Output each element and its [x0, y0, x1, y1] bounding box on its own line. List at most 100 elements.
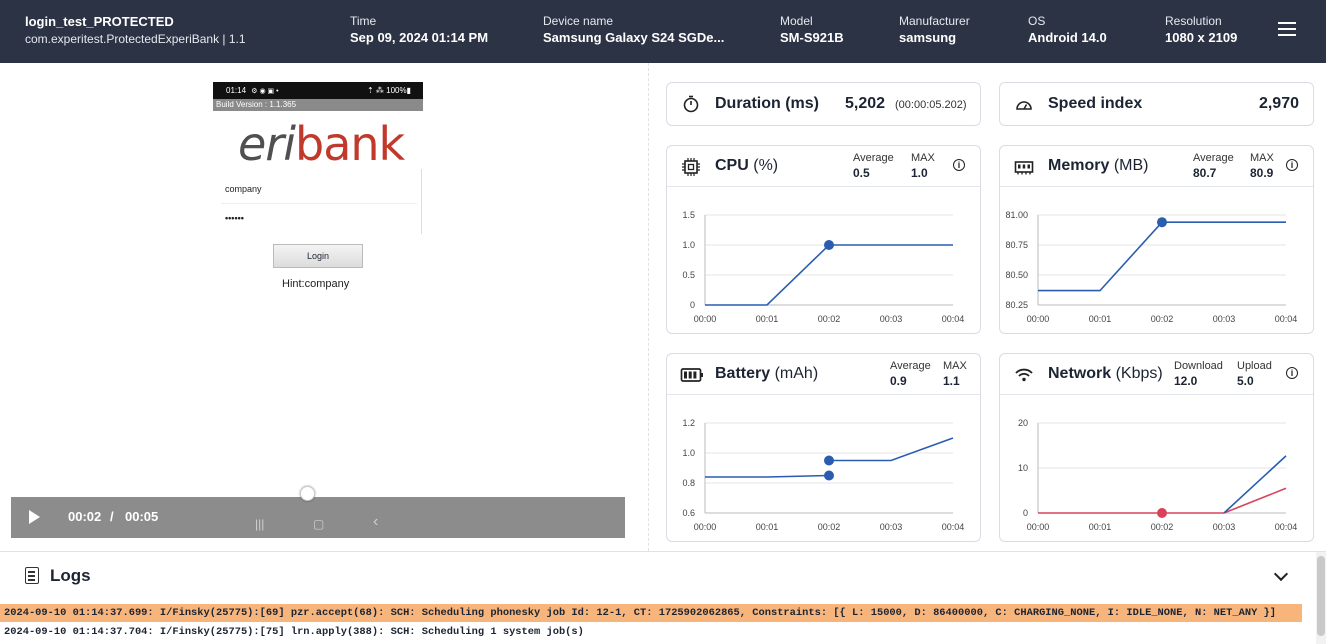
hamburger-menu-icon[interactable] [1278, 22, 1298, 40]
header-os-label: OS [1028, 14, 1046, 28]
back-icon[interactable]: ‹ [373, 513, 378, 531]
logs-title: Logs [50, 566, 91, 585]
battery-status: ⇡ ⁂ 100%▮ [366, 86, 411, 95]
speed-index-value: 2,970 [1258, 95, 1299, 112]
document-icon [25, 567, 39, 584]
battery-icon [680, 368, 703, 382]
device-status-bar: 01:14 ⚙ ◉ ▣ • ⇡ ⁂ 100%▮ [213, 82, 423, 99]
header-resolution: Resolution 1080 x 2109 [1165, 14, 1237, 46]
network-upload: Upload 5.0 [1237, 360, 1272, 388]
device-video-panel: 01:14 ⚙ ◉ ▣ • ⇡ ⁂ 100%▮ Build Version : … [0, 63, 648, 551]
x-tick-label: 00:01 [756, 314, 779, 324]
play-icon[interactable] [29, 510, 40, 524]
data-point-marker [824, 470, 834, 481]
duration-label: Duration (ms) [715, 95, 819, 112]
home-icon[interactable]: ▢ [313, 517, 324, 531]
log-line[interactable]: 2024-09-10 01:14:37.704: I/Finsky(25775)… [0, 623, 1302, 641]
x-tick-label: 00:01 [1089, 522, 1112, 532]
x-tick-label: 00:04 [942, 314, 965, 324]
x-tick-label: 00:03 [880, 522, 903, 532]
cpu-info-icon[interactable]: i [953, 159, 965, 171]
header-manufacturer-value: samsung [899, 30, 957, 45]
report-header: login_test_PROTECTED com.experitest.Prot… [0, 0, 1326, 63]
battery-card: Battery (mAh) Average 0.9 MAX 1.1 1.2 1.0 0.… [666, 353, 981, 542]
password-field[interactable]: •••••• [221, 212, 417, 228]
y-tick-label: 0.8 [682, 478, 695, 488]
x-tick-label: 00:04 [1275, 522, 1298, 532]
x-tick-label: 00:02 [1151, 314, 1174, 324]
cpu-average: Average 0.5 [853, 152, 894, 180]
device-status-time: 01:14 [226, 86, 247, 95]
series-line-0 [1038, 221, 1286, 292]
memory-title: Memory (MB) [1048, 157, 1149, 174]
y-tick-label: 0 [1023, 508, 1028, 518]
battery-title: Battery (mAh) [715, 365, 819, 382]
y-tick-label: 1.2 [682, 418, 695, 428]
y-tick-label: 0.6 [682, 508, 695, 518]
header-resolution-label: Resolution [1165, 14, 1222, 28]
app-id: com.experitest.ProtectedExperiBank | 1.1 [25, 32, 246, 46]
series-line-1 [1223, 455, 1287, 514]
x-tick-label: 00:00 [694, 522, 717, 532]
x-tick-label: 00:04 [942, 522, 965, 532]
header-device-label: Device name [543, 14, 614, 28]
header-time: Time Sep 09, 2024 01:14 PM [350, 14, 488, 46]
x-tick-label: 00:00 [694, 314, 717, 324]
y-tick-label: 1.5 [682, 210, 695, 220]
y-tick-label: 80.25 [1005, 300, 1028, 310]
y-tick-label: 10 [1018, 463, 1028, 473]
y-tick-label: 80.75 [1005, 240, 1028, 250]
memory-chart: 81.00 80.75 80.50 80.25 00:00 00:01 00:02 00:03… [1005, 210, 1297, 324]
memory-average: Average 80.7 [1193, 152, 1234, 180]
network-download: Download 12.0 [1174, 360, 1223, 388]
header-os: OS Android 14.0 [1028, 14, 1107, 46]
header-device-value: Samsung Galaxy S24 SGDe... [543, 30, 725, 45]
test-name: login_test_PROTECTED [25, 14, 174, 29]
data-point-marker [824, 240, 834, 250]
battery-chart: 1.2 1.0 0.8 0.6 00:00 00:01 00:02 00:03 00:04 [682, 418, 965, 532]
recent-apps-icon[interactable]: ||| [255, 517, 264, 531]
y-tick-label: 0 [690, 300, 695, 310]
logs-scrollbar[interactable] [1316, 552, 1326, 644]
x-tick-label: 00:03 [880, 314, 903, 324]
network-card: Network (Kbps) Download 12.0 Upload 5.0 i … [999, 353, 1314, 542]
stopwatch-icon [683, 95, 699, 113]
cpu-title: CPU (%) [715, 157, 779, 174]
test-info: login_test_PROTECTED com.experitest.Prot… [25, 14, 246, 47]
gauge-icon [1016, 101, 1032, 110]
memory-icon [1014, 161, 1034, 175]
speed-index-label: Speed index [1048, 95, 1143, 112]
cpu-card: CPU (%) Average 0.5 MAX 1.0 i 1.5 1.0 0.5 0 00… [666, 145, 981, 334]
y-tick-label: 80.50 [1005, 270, 1028, 280]
duration-value: 5,202 [845, 95, 886, 112]
memory-max: MAX 80.9 [1250, 152, 1274, 180]
x-tick-label: 00:00 [1027, 522, 1050, 532]
network-info-icon[interactable]: i [1286, 367, 1298, 379]
total-time: 00:05 [125, 509, 159, 524]
memory-info-icon[interactable]: i [1286, 159, 1298, 171]
data-point-marker [1157, 508, 1167, 518]
battery-max: MAX 1.1 [943, 360, 967, 388]
panel-divider[interactable] [648, 63, 649, 551]
y-tick-label: 81.00 [1005, 210, 1028, 220]
build-version: Build Version : 1.1.365 [213, 99, 423, 111]
series-line-1 [829, 437, 954, 462]
duration-card: Duration (ms) 5,202 (00:00:05.202) [666, 82, 981, 126]
logs-header[interactable]: Logs [0, 552, 1300, 598]
x-tick-label: 00:01 [1089, 314, 1112, 324]
network-title: Network (Kbps) [1048, 365, 1163, 382]
device-screen-edge [421, 169, 422, 234]
login-button[interactable]: Login [273, 244, 363, 268]
wifi-icon [1015, 368, 1033, 382]
chevron-down-icon[interactable] [1273, 566, 1289, 582]
header-model-label: Model [780, 14, 813, 28]
network-chart: 20 10 0 00:00 00:01 00:02 00:03 00:04 [1018, 418, 1298, 532]
seek-handle[interactable] [299, 486, 315, 501]
eribank-logo: eribank [238, 117, 405, 171]
status-icons: ⚙ ◉ ▣ • [251, 88, 279, 95]
x-tick-label: 00:03 [1213, 314, 1236, 324]
y-tick-label: 20 [1018, 418, 1028, 428]
username-field[interactable]: company [221, 182, 417, 204]
header-os-value: Android 14.0 [1028, 30, 1107, 45]
log-line[interactable]: 2024-09-10 01:14:37.699: I/Finsky(25775)… [0, 604, 1302, 622]
